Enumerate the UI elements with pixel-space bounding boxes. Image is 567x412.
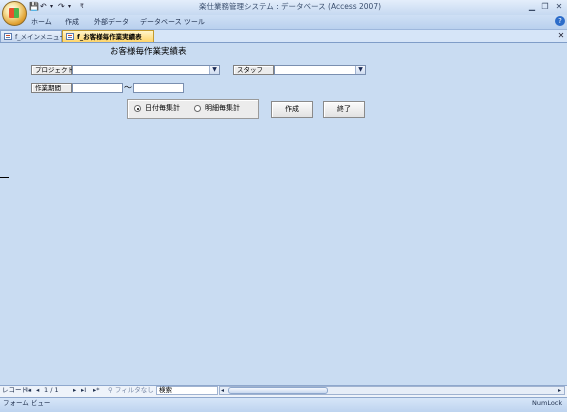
restore-button[interactable]: ❐ [539,2,551,12]
next-record-button[interactable]: ▸ [73,386,76,395]
project-combo[interactable]: ▼ [72,65,220,75]
doc-tab-report[interactable]: f_お客様毎作業実績表 [62,30,154,42]
period-label: 作業期間 [31,83,72,93]
undo-dropdown-icon[interactable]: ▾ [50,2,53,12]
tab-database-tools[interactable]: データベース ツール [140,17,205,27]
radio-detail[interactable] [194,105,201,112]
chevron-down-icon[interactable]: ▼ [209,66,219,74]
last-record-button[interactable]: ▸I [81,386,86,395]
prev-record-button[interactable]: ◂ [36,386,39,395]
form-icon [4,33,12,40]
scroll-left-icon[interactable]: ◂ [221,386,224,395]
close-document-icon[interactable]: ✕ [556,30,566,42]
first-record-button[interactable]: I◂ [26,386,31,395]
period-to-input[interactable] [133,83,184,93]
new-record-button[interactable]: ▸* [93,386,100,395]
radio-daily[interactable] [134,105,141,112]
filter-icon: ⚲ [108,386,113,394]
office-logo-icon [9,8,19,18]
filter-status[interactable]: ⚲ フィルタなし [108,386,154,395]
project-label: プロジェクト [31,65,74,75]
redo-icon[interactable]: ↷ [58,2,65,12]
view-status: フォーム ビュー [3,399,51,407]
radio-detail-label: 明細毎集計 [205,104,240,112]
period-separator: 〜 [124,83,132,92]
chevron-down-icon[interactable]: ▼ [355,66,365,74]
doc-tab-label: f_メインメニュー [15,33,66,41]
status-bar [0,397,567,412]
help-icon[interactable]: ? [555,16,565,26]
form-area [0,43,567,383]
save-icon[interactable]: 💾 [29,2,39,12]
scroll-right-icon[interactable]: ▸ [558,386,561,395]
form-title: お客様毎作業実績表 [110,47,187,57]
customize-icon[interactable]: ₹ [80,2,84,12]
tab-external-data[interactable]: 外部データ [94,17,129,27]
form-edge-mark [0,177,9,178]
window-title: 楽仕業務管理システム : データベース (Access 2007) [198,2,382,11]
radio-daily-label: 日付毎集計 [145,104,180,112]
search-input[interactable]: 検索 [156,386,218,395]
redo-dropdown-icon[interactable]: ▾ [68,2,71,12]
ribbon-bar [0,15,567,30]
close-window-button[interactable]: ✕ [553,2,565,12]
period-from-input[interactable] [72,83,123,93]
undo-icon[interactable]: ↶ [40,2,47,12]
staff-label: スタッフ [233,65,274,75]
exit-button[interactable]: 終了 [323,101,365,118]
doc-tab-main-menu[interactable]: f_メインメニュー [0,30,66,42]
numlock-status: NumLock [532,399,563,407]
doc-tab-label: f_お客様毎作業実績表 [77,33,142,41]
create-button[interactable]: 作成 [271,101,313,118]
staff-combo[interactable]: ▼ [274,65,366,75]
scrollbar-thumb[interactable] [228,387,328,394]
filter-label: フィルタなし [114,386,154,394]
tab-home[interactable]: ホーム [31,17,52,27]
form-icon [66,33,74,40]
minimize-button[interactable]: ▁ [526,2,538,12]
office-button[interactable] [2,1,27,26]
record-position[interactable]: 1 / 1 [44,386,59,395]
tab-create[interactable]: 作成 [65,17,79,27]
